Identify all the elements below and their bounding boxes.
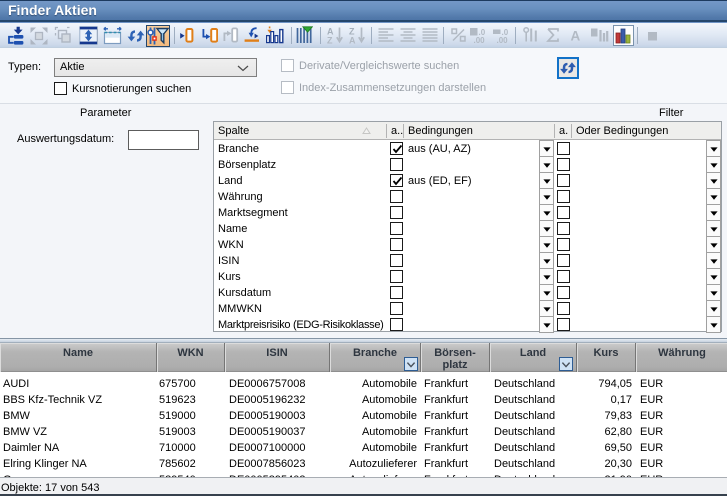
svg-text:A: A xyxy=(349,36,356,46)
svg-text:.00: .00 xyxy=(474,36,486,44)
svg-text:Z: Z xyxy=(327,36,333,46)
svg-text:.00: .00 xyxy=(497,36,509,44)
svg-text:A: A xyxy=(571,29,581,44)
